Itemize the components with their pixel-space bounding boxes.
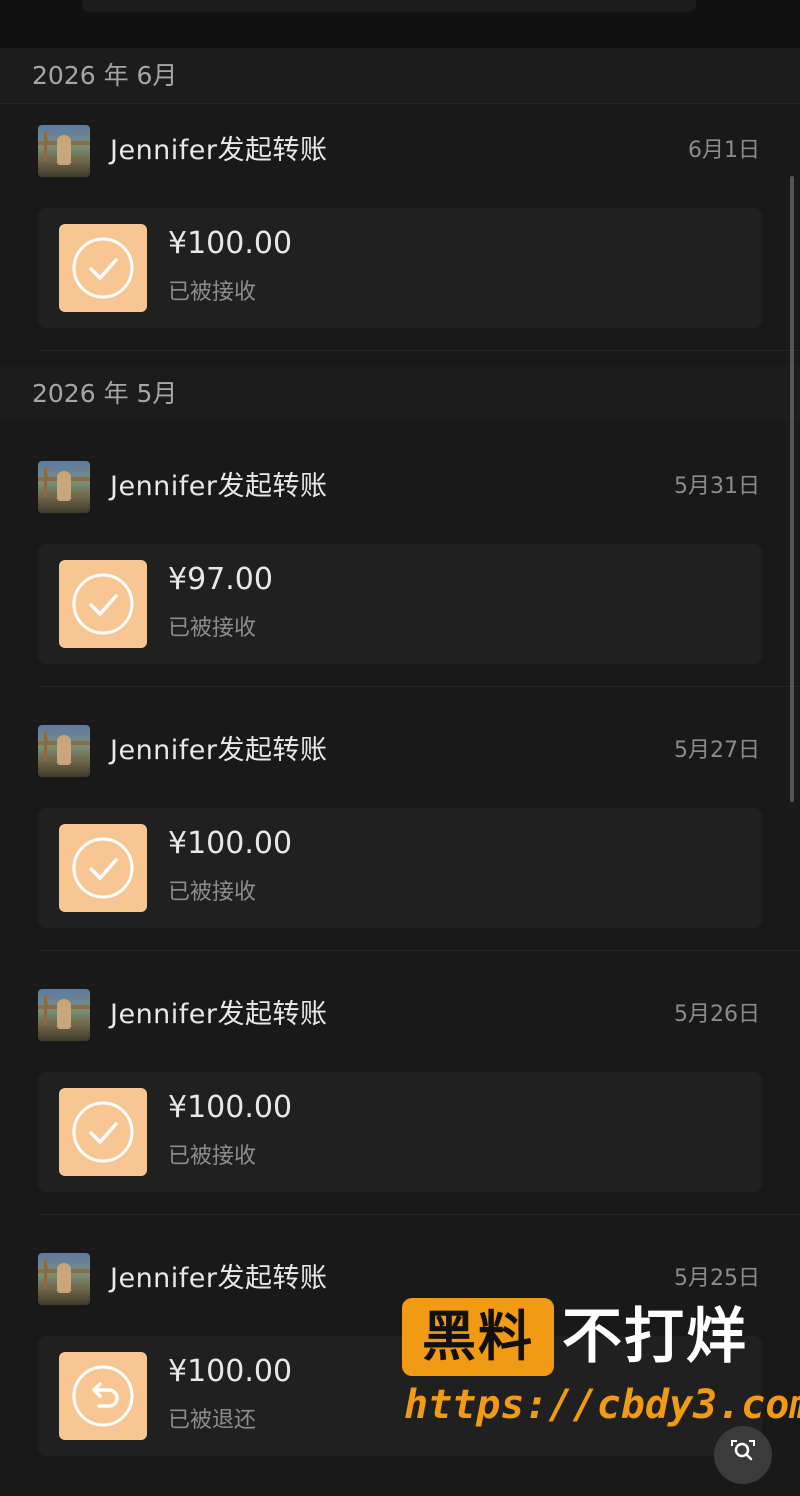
transfer-date: 5月26日 [674,1002,760,1027]
transfer-amount: ¥100.00 [168,826,293,861]
month-label: 2026 年 5月 [32,379,178,408]
transfer-date: 6月1日 [688,138,760,163]
image-search-button[interactable] [714,1426,772,1484]
transfer-record[interactable]: Jennifer发起转账 6月1日 ¥100.00 已被接收 [0,125,800,368]
transfer-card[interactable]: ¥97.00 已被接收 [38,544,762,664]
transfer-status: 已被接收 [168,1144,257,1169]
transfer-record[interactable]: Jennifer发起转账 5月31日 ¥97.00 已被接收 [0,461,800,704]
sender-label: Jennifer发起转账 [110,471,328,502]
check-icon [59,824,147,912]
transfer-record[interactable]: Jennifer发起转账 5月27日 ¥100.00 已被接收 [0,725,800,968]
top-search-bar [0,0,800,48]
check-icon [59,1088,147,1176]
avatar[interactable] [38,461,90,513]
transfer-status: 已被接收 [168,880,257,905]
transfer-amount: ¥100.00 [168,1090,293,1125]
divider [38,1214,800,1215]
transfer-date: 5月27日 [674,738,760,763]
transfer-amount: ¥97.00 [168,562,273,597]
search-field[interactable] [82,0,696,12]
search-icon [731,1440,755,1461]
divider [38,950,800,951]
check-icon [59,224,147,312]
month-header-june: 2026 年 6月 [0,48,800,104]
transfer-status: 已被退还 [168,1408,257,1433]
transfer-record[interactable]: Jennifer发起转账 5月26日 ¥100.00 已被接收 [0,989,800,1232]
transfer-card[interactable]: ¥100.00 已被接收 [38,808,762,928]
transfer-card[interactable]: ¥100.00 已被接收 [38,1072,762,1192]
sender-label: Jennifer发起转账 [110,999,328,1030]
watermark-url: https://cbdy3.com [404,1382,800,1428]
transfer-amount: ¥100.00 [168,226,293,261]
return-icon [59,1352,147,1440]
avatar[interactable] [38,1253,90,1305]
transfer-amount: ¥100.00 [168,1354,293,1389]
scrollbar[interactable] [790,176,794,802]
avatar[interactable] [38,989,90,1041]
sender-label: Jennifer发起转账 [110,1263,328,1294]
transfer-status: 已被接收 [168,280,257,305]
transfer-card[interactable]: ¥100.00 已被接收 [38,208,762,328]
month-label: 2026 年 6月 [32,61,178,90]
month-header-may: 2026 年 5月 [0,366,800,422]
transfer-date: 5月31日 [674,474,760,499]
watermark-brand-text: 不打烊 [562,1302,748,1372]
transfer-date: 5月25日 [674,1266,760,1291]
transfer-status: 已被接收 [168,616,257,641]
watermark-brand-box: 黑料 [402,1298,554,1376]
check-icon [59,560,147,648]
sender-label: Jennifer发起转账 [110,135,328,166]
sender-label: Jennifer发起转账 [110,735,328,766]
divider [38,350,800,351]
watermark-logo: 黑料 不打烊 [402,1298,764,1378]
avatar[interactable] [38,125,90,177]
divider [38,686,800,687]
avatar[interactable] [38,725,90,777]
